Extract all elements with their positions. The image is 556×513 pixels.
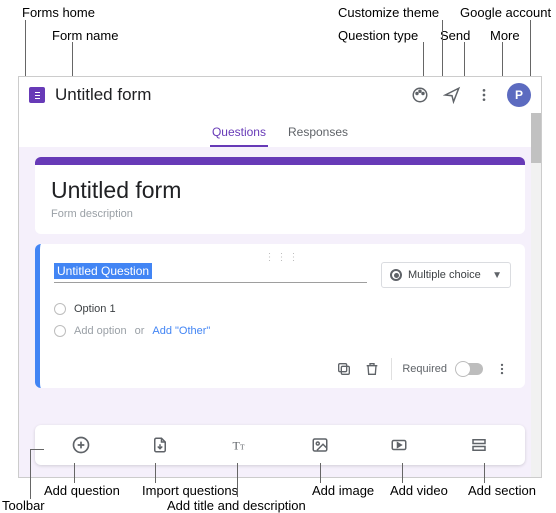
tab-questions[interactable]: Questions: [210, 119, 268, 147]
import-questions-button[interactable]: [149, 434, 171, 456]
google-account-avatar[interactable]: P: [507, 83, 531, 107]
add-title-button[interactable]: TT: [229, 434, 251, 456]
question-type-dropdown[interactable]: Multiple choice ▼: [381, 262, 511, 288]
delete-icon[interactable]: [363, 360, 381, 378]
annotation-question-type: Question type: [338, 28, 418, 43]
add-other-link[interactable]: Add "Other": [152, 325, 210, 337]
add-section-button[interactable]: [468, 434, 490, 456]
scrollbar[interactable]: [531, 113, 541, 477]
topbar: Untitled form P: [19, 77, 541, 113]
form-canvas: Untitled form Form description ⋮⋮⋮ Untit…: [19, 147, 541, 388]
annotation-more: More: [490, 28, 520, 43]
form-name[interactable]: Untitled form: [55, 85, 151, 105]
annotation-add-section: Add section: [468, 483, 536, 498]
question-title-field[interactable]: Untitled Question: [54, 262, 367, 283]
divider: [391, 358, 392, 380]
add-image-button[interactable]: [309, 434, 331, 456]
question-options: Option 1 Add option or Add "Other": [54, 298, 511, 342]
annotation-google-account: Google account: [460, 5, 551, 20]
annotation-forms-home: Forms home: [22, 5, 95, 20]
chevron-down-icon: ▼: [492, 270, 502, 281]
question-type-label: Multiple choice: [408, 269, 481, 281]
add-option-label: Add option: [74, 325, 127, 337]
question-card[interactable]: ⋮⋮⋮ Untitled Question Multiple choice ▼ …: [35, 244, 525, 388]
annotation-add-title: Add title and description: [167, 498, 306, 513]
tab-responses[interactable]: Responses: [286, 119, 350, 147]
annotation-add-image: Add image: [312, 483, 374, 498]
question-title-text: Untitled Question: [54, 263, 152, 279]
form-title[interactable]: Untitled form: [51, 177, 509, 204]
annotation-toolbar: Toolbar: [2, 498, 45, 513]
radio-icon: [54, 303, 66, 315]
svg-text:T: T: [240, 443, 245, 452]
question-more-icon[interactable]: [493, 360, 511, 378]
more-icon[interactable]: [475, 86, 493, 104]
form-header-card[interactable]: Untitled form Form description: [35, 157, 525, 234]
form-description[interactable]: Form description: [51, 208, 509, 220]
toolbar: TT: [35, 425, 525, 465]
annotation-send: Send: [440, 28, 470, 43]
option-row[interactable]: Option 1: [54, 298, 511, 320]
forms-home-icon[interactable]: [29, 87, 45, 103]
required-toggle[interactable]: [457, 363, 483, 375]
annotation-add-question: Add question: [44, 483, 120, 498]
multiple-choice-icon: [390, 269, 402, 281]
radio-icon: [54, 325, 66, 337]
add-option-row[interactable]: Add option or Add "Other": [54, 320, 511, 342]
annotation-customize-theme: Customize theme: [338, 5, 439, 20]
add-question-button[interactable]: [70, 434, 92, 456]
google-forms-ui: Untitled form P Questions Responses Unti…: [18, 76, 542, 478]
option-label: Option 1: [74, 303, 116, 315]
tabs: Questions Responses: [19, 113, 541, 147]
annotation-form-name: Form name: [52, 28, 118, 43]
question-footer: Required: [54, 352, 511, 380]
required-label: Required: [402, 363, 447, 375]
send-icon[interactable]: [443, 86, 461, 104]
annotation-import-questions: Import questions: [142, 483, 238, 498]
customize-theme-icon[interactable]: [411, 86, 429, 104]
drag-handle-icon[interactable]: ⋮⋮⋮: [54, 252, 511, 262]
or-label: or: [135, 325, 145, 337]
add-video-button[interactable]: [388, 434, 410, 456]
annotation-add-video: Add video: [390, 483, 448, 498]
duplicate-icon[interactable]: [335, 360, 353, 378]
